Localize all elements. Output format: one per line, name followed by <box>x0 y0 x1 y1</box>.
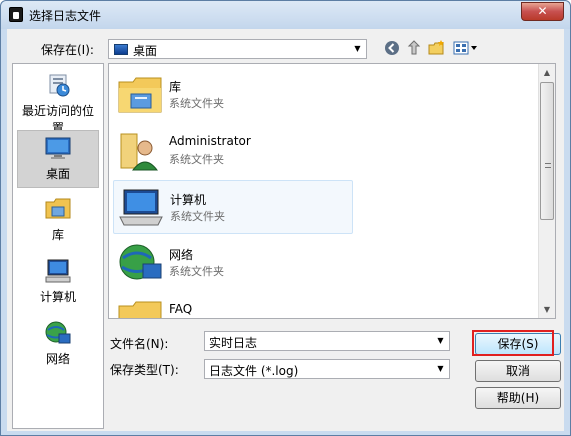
scroll-thumb[interactable] <box>540 82 554 220</box>
sidebar-item-label: 计算机 <box>39 290 76 304</box>
computer-icon <box>44 258 72 284</box>
location-combo[interactable]: 桌面 ▼ <box>108 39 367 59</box>
desktop-icon <box>114 44 128 55</box>
recent-places-icon <box>44 72 72 98</box>
list-item-network[interactable]: 网络 系统文件夹 <box>113 236 353 290</box>
location-value: 桌面 <box>133 44 158 58</box>
filename-dropdown[interactable]: ▼ <box>432 332 449 350</box>
sidebar-item-computer[interactable]: 计算机 <box>17 254 99 312</box>
libraries-icon <box>117 74 163 116</box>
scroll-up-icon[interactable]: ▲ <box>539 64 555 81</box>
filename-input[interactable]: 实时日志 ▼ <box>204 331 450 351</box>
list-item-libraries[interactable]: 库 系统文件夹 <box>113 68 353 122</box>
filetype-label: 保存类型(T): <box>110 363 179 377</box>
computer-icon <box>118 187 164 229</box>
back-icon[interactable] <box>383 40 401 58</box>
chevron-down-icon[interactable]: ▼ <box>432 332 449 350</box>
new-folder-icon[interactable] <box>428 40 446 58</box>
up-folder-icon[interactable] <box>405 40 423 58</box>
filename-value: 实时日志 <box>209 336 258 350</box>
help-button[interactable]: 帮助(H) <box>475 387 561 409</box>
file-list-scrollbar[interactable]: ▲ ▼ <box>538 64 555 318</box>
sidebar-item-desktop[interactable]: 桌面 <box>17 130 99 188</box>
network-icon <box>44 320 72 346</box>
save-dialog: 选择日志文件 ✕ 保存在(I): 桌面 ▼ 最近访问的位置 桌面 库 计算机 网… <box>0 0 571 436</box>
window-title: 选择日志文件 <box>29 9 102 23</box>
file-name: Administrator <box>169 134 251 148</box>
list-item-computer[interactable]: 计算机 系统文件夹 <box>113 180 353 234</box>
cancel-button[interactable]: 取消 <box>475 360 561 382</box>
sidebar-item-recent[interactable]: 最近访问的位置 <box>17 68 99 135</box>
app-icon <box>9 7 23 22</box>
libraries-icon <box>44 196 72 222</box>
desktop-icon <box>44 135 72 161</box>
filename-label: 文件名(N): <box>110 337 169 351</box>
list-item-faq[interactable]: FAQ <box>113 292 353 318</box>
file-name: 计算机 <box>170 193 207 207</box>
list-item-administrator[interactable]: Administrator 系统文件夹 <box>113 124 353 178</box>
close-button[interactable]: ✕ <box>521 2 564 21</box>
filetype-value: 日志文件 (*.log) <box>209 364 299 378</box>
sidebar-item-label: 桌面 <box>45 167 70 181</box>
places-bar: 最近访问的位置 桌面 库 计算机 网络 <box>12 63 104 429</box>
save-button[interactable]: 保存(S) <box>475 333 561 355</box>
network-icon <box>117 242 163 284</box>
filetype-select[interactable]: 日志文件 (*.log) ▼ <box>204 359 450 379</box>
save-in-label: 保存在(I): <box>41 43 94 57</box>
chevron-down-icon[interactable]: ▼ <box>349 40 366 58</box>
sidebar-item-label: 网络 <box>45 352 70 366</box>
file-type: 系统文件夹 <box>169 153 224 166</box>
chevron-down-icon[interactable]: ▼ <box>432 360 449 378</box>
file-type: 系统文件夹 <box>169 97 224 110</box>
file-list[interactable]: 库 系统文件夹 Administrator 系统文件夹 计算机 系统文件夹 网络… <box>108 63 556 319</box>
sidebar-item-label: 库 <box>51 228 64 242</box>
user-folder-icon <box>117 130 163 172</box>
dialog-body: 保存在(I): 桌面 ▼ 最近访问的位置 桌面 库 计算机 网络 库 系统文件夹… <box>7 29 564 431</box>
file-name: FAQ <box>169 302 193 316</box>
view-menu-icon[interactable] <box>452 40 480 58</box>
file-type: 系统文件夹 <box>169 265 224 278</box>
file-type: 系统文件夹 <box>170 210 225 223</box>
file-name: 库 <box>169 80 182 94</box>
sidebar-item-network[interactable]: 网络 <box>17 316 99 374</box>
sidebar-item-libraries[interactable]: 库 <box>17 192 99 250</box>
folder-icon <box>117 298 163 318</box>
scroll-down-icon[interactable]: ▼ <box>539 301 555 318</box>
title-bar[interactable]: 选择日志文件 ✕ <box>1 1 570 29</box>
file-name: 网络 <box>169 248 194 262</box>
